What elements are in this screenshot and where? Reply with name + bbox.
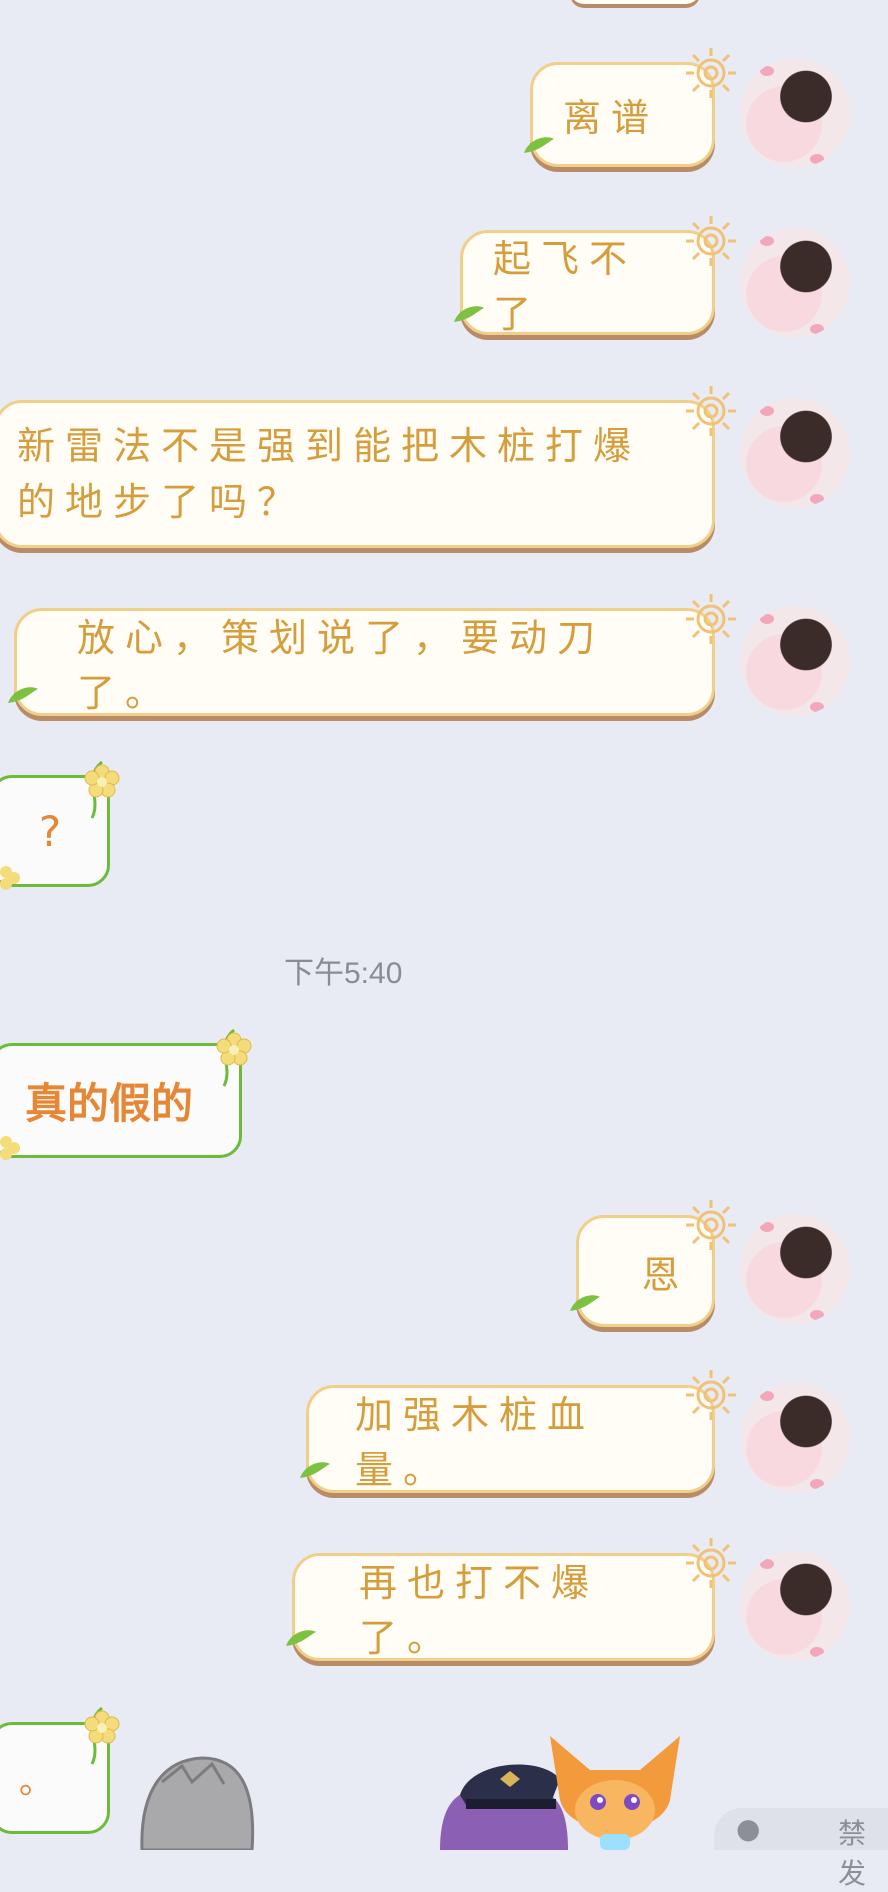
orange-fox-decoration xyxy=(550,1736,680,1850)
avatar[interactable] xyxy=(740,1214,850,1324)
flower-icon xyxy=(0,1136,20,1160)
avatar[interactable] xyxy=(740,228,850,338)
sun-icon xyxy=(686,594,736,644)
leaf-icon xyxy=(286,1630,316,1646)
sun-icon xyxy=(686,1538,736,1588)
message-bubble-out[interactable]: 放心，策划说了，要动刀了。 xyxy=(14,608,715,716)
avatar[interactable] xyxy=(740,1551,850,1661)
avatar[interactable] xyxy=(740,1383,850,1493)
flower-icon xyxy=(84,760,120,819)
avatar[interactable] xyxy=(740,58,850,168)
message-text: 起飞不了 xyxy=(493,236,638,336)
grey-character-decoration xyxy=(140,1756,255,1850)
message-text: 。 xyxy=(19,1761,53,1802)
paw-icon: ● xyxy=(736,1812,761,1845)
leaf-icon xyxy=(300,1462,330,1478)
message-bubble-out[interactable]: 再也打不爆了。 xyxy=(292,1553,715,1661)
flower-icon xyxy=(0,866,20,890)
message-bubble-out[interactable]: 起飞不了 xyxy=(460,230,715,336)
leaf-icon xyxy=(524,137,554,153)
message-text: 新雷法不是强到能把木桩打爆的地步了吗？ xyxy=(17,424,642,524)
message-text: ? xyxy=(38,806,62,856)
sun-icon xyxy=(686,216,736,266)
sun-icon xyxy=(686,1370,736,1420)
avatar[interactable] xyxy=(740,398,850,508)
message-bubble-out[interactable]: 加强木桩血量。 xyxy=(306,1385,715,1493)
previous-bubble-edge xyxy=(570,0,700,4)
input-bar[interactable]: ● 禁发 xyxy=(714,1808,888,1890)
message-text: 真的假的 xyxy=(25,1079,194,1128)
flower-icon xyxy=(216,1028,252,1087)
leaf-icon xyxy=(570,1295,600,1311)
leaf-icon xyxy=(8,687,38,703)
input-placeholder: 禁发 xyxy=(838,1817,867,1890)
message-text: 再也打不爆了。 xyxy=(359,1561,600,1660)
message-text: 放心，策划说了，要动刀了。 xyxy=(77,616,606,715)
timestamp: 下午5:40 xyxy=(284,957,403,990)
message-text: 加强木桩血量。 xyxy=(355,1393,596,1492)
sun-icon xyxy=(686,48,736,98)
message-text: 恩 xyxy=(641,1252,690,1297)
sun-icon xyxy=(686,1200,736,1250)
message-bubble-out[interactable]: 新雷法不是强到能把木桩打爆的地步了吗？ xyxy=(0,400,715,548)
leaf-icon xyxy=(454,306,484,322)
flower-icon xyxy=(84,1706,120,1765)
avatar[interactable] xyxy=(740,606,850,716)
sun-icon xyxy=(686,386,736,436)
